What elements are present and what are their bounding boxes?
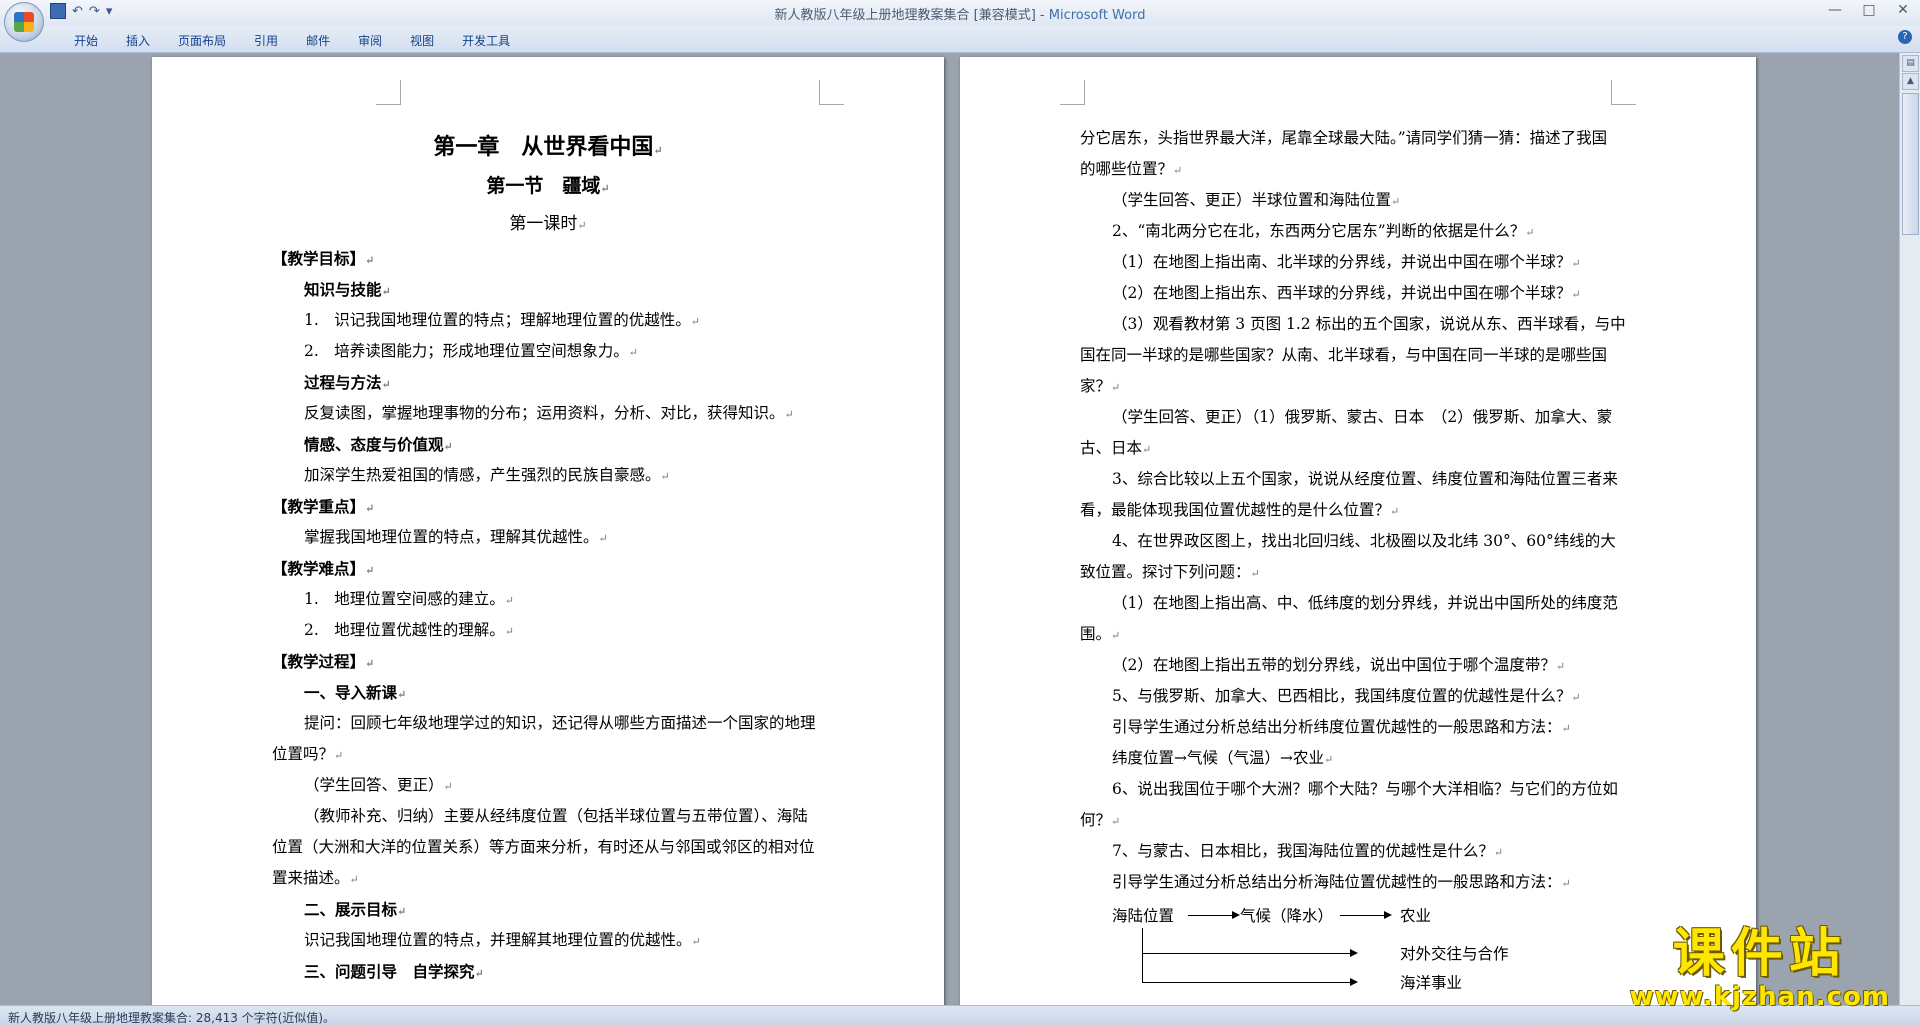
list-item: 2. 地理位置优越性的理解。 (304, 621, 505, 639)
help-icon[interactable]: ? (1898, 30, 1912, 44)
status-text: 新人教版八年级上册地理教案集合: 28,413 个字符(近似值)。 (8, 1011, 336, 1025)
paragraph: （1）在地图上指出高、中、低纬度的划分界线，并说出中国所处的纬度范 (1112, 594, 1618, 612)
list-item: 2. 培养读图能力；形成地理位置空间想象力。 (304, 342, 629, 360)
paragraph: 古、日本 (1080, 439, 1143, 457)
paragraph: 引导学生通过分析总结出分析海陆位置优越性的一般思路和方法： (1112, 873, 1562, 891)
margin-corner-mark (1611, 80, 1636, 105)
paragraph: 引导学生通过分析总结出分析纬度位置优越性的一般思路和方法： (1112, 718, 1562, 736)
close-button[interactable]: ✕ (1892, 2, 1914, 18)
window-controls: — □ ✕ (1824, 2, 1914, 18)
paragraph: 5、与俄罗斯、加拿大、巴西相比，我国纬度位置的优越性是什么？ (1112, 687, 1572, 705)
paragraph: 2、“南北两分它在北，东西两分它居东”判断的依据是什么？ (1112, 222, 1526, 240)
tab-references[interactable]: 引用 (240, 30, 292, 51)
flow-end-label: 海洋事业 (1400, 974, 1463, 992)
flow-diagram: 海陆位置 气候（降水） 农业 对外交往与合作 海洋事业 (1112, 898, 1636, 994)
paragraph: 位置吗？ (272, 745, 335, 763)
paragraph: 掌握我国地理位置的特点，理解其优越性。 (304, 528, 599, 546)
paragraph: （3）观看教材第 3 页图 1.2 标出的五个国家，说说从东、西半球看，与中 (1112, 315, 1626, 333)
flow-start-label: 海陆位置 (1112, 907, 1175, 925)
paragraph: 二、展示目标 (304, 900, 398, 919)
paragraph: 【教学目标】 (272, 249, 366, 268)
document-workspace: 第一章 从世界看中国↵ 第一节 疆域↵ 第一课时↵ 【教学目标】↵ 知识与技能↵… (0, 53, 1900, 1005)
paragraph: 纬度位置→气候（气温）→农业 (1112, 749, 1324, 767)
flow-arrow (1142, 949, 1358, 957)
tab-page-layout[interactable]: 页面布局 (164, 30, 240, 51)
paragraph: 国在同一半球的是哪些国家？从南、北半球看，与中国在同一半球的是哪些国 (1080, 346, 1608, 364)
paragraph: 识记我国地理位置的特点，并理解其地理位置的优越性。 (304, 931, 692, 949)
margin-corner-mark (376, 80, 401, 105)
margin-corner-mark (819, 80, 844, 105)
flow-arrow (1188, 911, 1240, 919)
paragraph: 家？ (1080, 377, 1112, 395)
paragraph: 6、说出我国位于哪个大洲？哪个大陆？与哪个大洋相临？与它们的方位如 (1112, 780, 1618, 798)
tab-insert[interactable]: 插入 (112, 30, 164, 51)
paragraph: 的哪些位置？ (1080, 160, 1174, 178)
paragraph: 三、问题引导 自学探究 (304, 962, 475, 981)
scroll-up-icon[interactable]: ▲ (1902, 73, 1919, 90)
title-bar: ↶ ↷ ▾ 新人教版八年级上册地理教案集合 [兼容模式] - Microsoft… (0, 0, 1920, 42)
document-page-left[interactable]: 第一章 从世界看中国↵ 第一节 疆域↵ 第一课时↵ 【教学目标】↵ 知识与技能↵… (152, 57, 944, 1005)
flow-end-label: 农业 (1400, 907, 1432, 925)
margin-corner-mark (1060, 80, 1085, 105)
minimize-button[interactable]: — (1824, 2, 1846, 18)
paragraph: （2）在地图上指出东、西半球的分界线，并说出中国在哪个半球？ (1112, 284, 1572, 302)
list-item: 1. 识记我国地理位置的特点；理解地理位置的优越性。 (304, 311, 691, 329)
paragraph: 一、导入新课 (304, 683, 398, 702)
paragraph: （学生回答、更正）半球位置和海陆位置 (1112, 191, 1392, 209)
paragraph: 4、在世界政区图上，找出北回归线、北极圈以及北纬 30°、60°纬线的大 (1112, 532, 1616, 550)
tab-developer[interactable]: 开发工具 (448, 30, 524, 51)
window-title: 新人教版八年级上册地理教案集合 [兼容模式] - Microsoft Word (774, 8, 1146, 23)
scrollbar-thumb[interactable] (1902, 93, 1919, 235)
paragraph: 围。 (1080, 625, 1112, 643)
ruler-toggle-icon[interactable]: ▤ (1902, 55, 1919, 72)
page-text: 分它居东，头指世界最大洋，尾靠全球最大陆。”请同学们猜一猜：描述了我国 的哪些位… (1080, 123, 1636, 994)
watermark-text: 课件站 (1672, 924, 1847, 984)
chapter-heading: 第一章 从世界看中国 (433, 134, 654, 160)
paragraph: 提问：回顾七年级地理学过的知识，还记得从哪些方面描述一个国家的地理 (304, 714, 816, 732)
section-heading: 第一节 疆域 (486, 175, 601, 197)
flow-arrow (1142, 978, 1358, 986)
paragraph: 情感、态度与价值观 (304, 435, 444, 454)
paragraph: 加深学生热爱祖国的情感，产生强烈的民族自豪感。 (304, 466, 661, 484)
tab-review[interactable]: 审阅 (344, 30, 396, 51)
paragraph: 看，最能体现我国位置优越性的是什么位置？ (1080, 501, 1391, 519)
paragraph: 3、综合比较以上五个国家，说说从经度位置、纬度位置和海陆位置三者来 (1112, 470, 1618, 488)
paragraph: 致位置。探讨下列问题： (1080, 563, 1251, 581)
paragraph: 置来描述。 (272, 869, 350, 887)
tab-view[interactable]: 视图 (396, 30, 448, 51)
paragraph: 【教学重点】 (272, 497, 366, 516)
paragraph: （学生回答、更正） (304, 776, 444, 794)
paragraph: 分它居东，头指世界最大洋，尾靠全球最大陆。”请同学们猜一猜：描述了我国 (1080, 129, 1608, 147)
paragraph: 【教学难点】 (272, 559, 366, 578)
tab-mailings[interactable]: 邮件 (292, 30, 344, 51)
office-button[interactable] (4, 2, 44, 42)
ribbon-tabs: 开始 插入 页面布局 引用 邮件 审阅 视图 开发工具 (60, 30, 524, 51)
list-item: 1. 地理位置空间感的建立。 (304, 590, 505, 608)
paragraph: 过程与方法 (304, 373, 382, 392)
maximize-button[interactable]: □ (1858, 2, 1880, 18)
paragraph: 7、与蒙古、日本相比，我国海陆位置的优越性是什么？ (1112, 842, 1494, 860)
flow-end-label: 对外交往与合作 (1400, 945, 1509, 963)
tab-home[interactable]: 开始 (60, 30, 112, 51)
page-text: 第一章 从世界看中国↵ 第一节 疆域↵ 第一课时↵ 【教学目标】↵ 知识与技能↵… (272, 134, 816, 981)
watermark-logo: 课件站 www.kjzhan.com (1630, 926, 1890, 1012)
paragraph: （学生回答、更正）（1）俄罗斯、蒙古、日本 （2）俄罗斯、加拿大、蒙 (1112, 408, 1613, 426)
paragraph: 何？ (1080, 811, 1112, 829)
vertical-scrollbar[interactable]: ▤ ▲ (1899, 53, 1920, 1005)
paragraph: （1）在地图上指出南、北半球的分界线，并说出中国在哪个半球？ (1112, 253, 1572, 271)
paragraph: 【教学过程】 (272, 652, 366, 671)
flow-mid-label: 气候（降水） (1240, 907, 1334, 925)
paragraph: 知识与技能 (304, 280, 382, 299)
paragraph: （2）在地图上指出五带的划分界线，说出中国位于哪个温度带？ (1112, 656, 1556, 674)
watermark-url: www.kjzhan.com (1629, 982, 1890, 1012)
lesson-heading: 第一课时 (509, 214, 578, 234)
document-page-right[interactable]: 分它居东，头指世界最大洋，尾靠全球最大陆。”请同学们猜一猜：描述了我国 的哪些位… (960, 57, 1756, 1005)
paragraph: 位置（大洲和大洋的位置关系）等方面来分析，有时还从与邻国或邻区的相对位 (272, 838, 815, 856)
paragraph: 反复读图，掌握地理事物的分布；运用资料，分析、对比，获得知识。 (304, 404, 785, 422)
office-logo-icon (14, 12, 34, 32)
ribbon: 开始 插入 页面布局 引用 邮件 审阅 视图 开发工具 ? (0, 26, 1920, 53)
paragraph: （教师补充、归纳）主要从经纬度位置（包括半球位置与五带位置）、海陆 (304, 807, 808, 825)
flow-branch-line (1142, 928, 1143, 982)
flow-arrow (1340, 911, 1392, 919)
